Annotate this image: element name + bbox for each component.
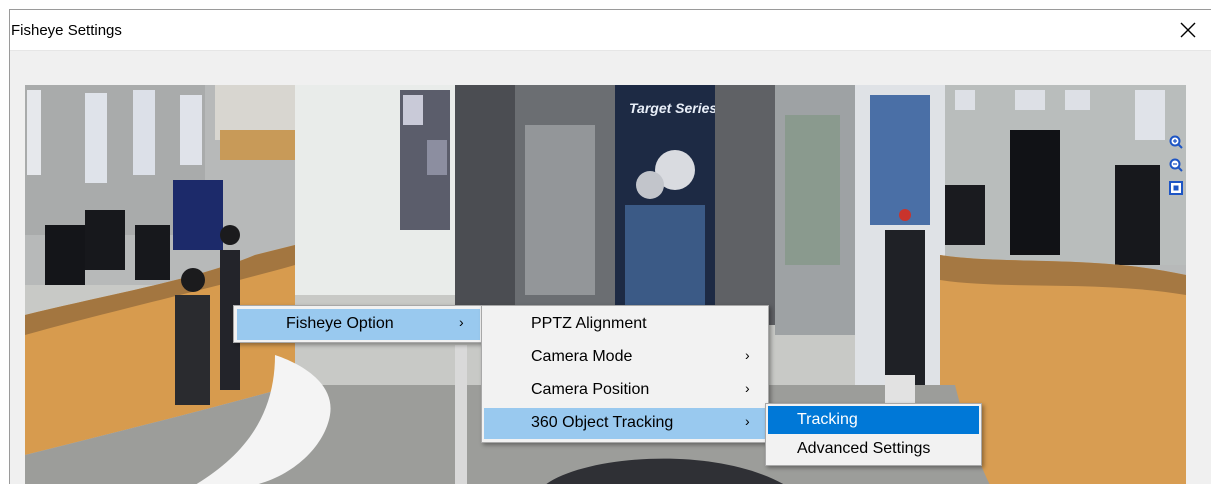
zoom-toolbar (1169, 135, 1185, 204)
chevron-right-icon: › (745, 413, 750, 429)
object-tracking-submenu: Tracking Advanced Settings (765, 403, 982, 466)
fit-view-icon (1169, 181, 1183, 195)
banner-text: Target Series (629, 100, 717, 116)
fit-view-button[interactable] (1169, 181, 1183, 195)
chevron-right-icon: › (745, 347, 750, 363)
menu-item-360-object-tracking[interactable]: 360 Object Tracking › (484, 408, 766, 439)
window-title: Fisheye Settings (11, 22, 122, 39)
close-button[interactable] (1165, 10, 1211, 50)
zoom-in-button[interactable] (1169, 135, 1183, 149)
zoom-out-button[interactable] (1169, 158, 1183, 172)
context-menu: Fisheye Option › (233, 305, 483, 343)
title-bar: Fisheye Settings (10, 10, 1211, 51)
chevron-right-icon: › (745, 380, 750, 396)
chevron-right-icon: › (459, 314, 464, 330)
menu-item-label: Tracking (797, 411, 858, 428)
menu-item-label: PPTZ Alignment (531, 315, 647, 332)
menu-item-label: Camera Mode (531, 348, 633, 365)
menu-item-camera-mode[interactable]: Camera Mode › (482, 342, 768, 373)
fisheye-option-submenu: PPTZ Alignment Camera Mode › Camera Posi… (481, 305, 769, 443)
menu-item-tracking[interactable]: Tracking (768, 406, 979, 434)
menu-item-label: Advanced Settings (797, 440, 931, 457)
menu-item-label: Fisheye Option (286, 315, 394, 332)
zoom-out-icon (1169, 158, 1183, 172)
close-icon (1180, 22, 1196, 38)
menu-item-fisheye-option[interactable]: Fisheye Option › (237, 309, 480, 340)
menu-item-camera-position[interactable]: Camera Position › (482, 375, 768, 406)
menu-item-advanced-settings[interactable]: Advanced Settings (766, 435, 981, 463)
menu-item-label: 360 Object Tracking (531, 414, 674, 431)
menu-item-label: Camera Position (531, 381, 650, 398)
zoom-in-icon (1169, 135, 1183, 149)
menu-item-pptz-alignment[interactable]: PPTZ Alignment (482, 309, 768, 340)
